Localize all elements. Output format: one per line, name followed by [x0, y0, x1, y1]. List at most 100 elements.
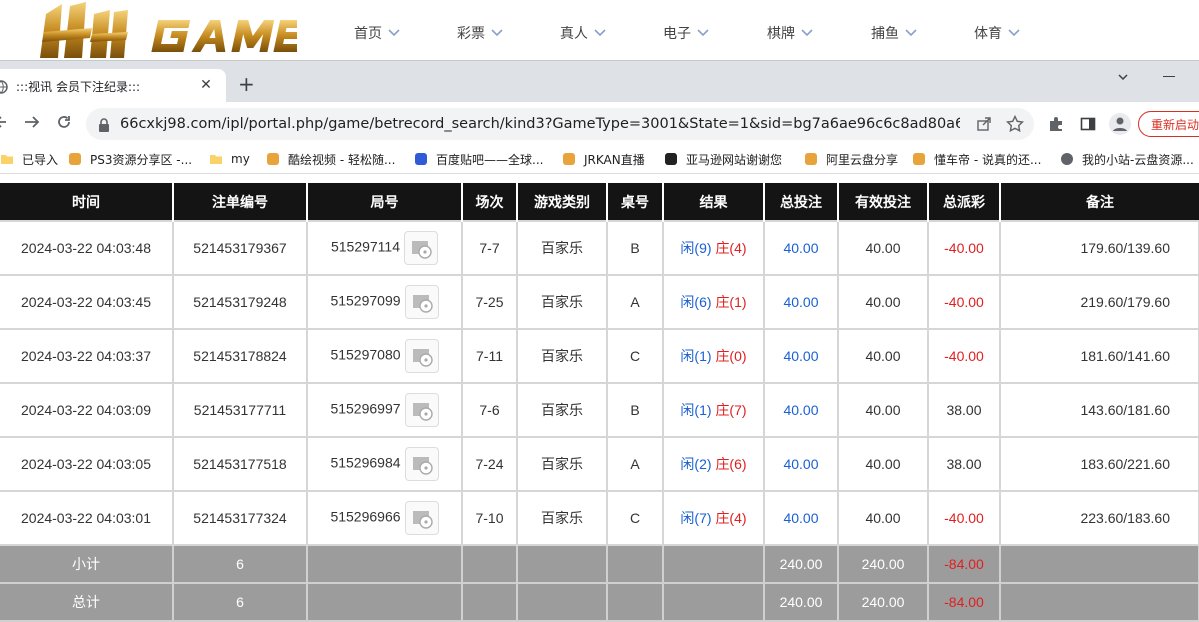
total-row: 总计 6 240.00 240.00 -84.00	[0, 582, 1199, 622]
profile-avatar-icon[interactable]	[1109, 113, 1131, 135]
cell-order-id: 521453177324	[172, 490, 308, 546]
bookmark-item[interactable]: 百度贴吧——全球...	[414, 150, 543, 168]
cell-round: 515297099	[306, 274, 463, 330]
bookmark-item[interactable]: my	[209, 150, 250, 168]
tab-title: :::视讯 会员下注纪录:::	[16, 80, 141, 94]
chevron-down-icon	[801, 29, 813, 37]
site-logo[interactable]	[32, 2, 307, 60]
chevron-down-icon	[491, 29, 503, 37]
cell-total-bet: 40.00	[763, 382, 839, 438]
result-banker: 庄(6)	[715, 456, 747, 472]
bookmark-item[interactable]: 酷绘视频 - 轻松随...	[266, 150, 395, 168]
column-header[interactable]: 场次	[461, 183, 517, 221]
summary-valid-bet: 240.00	[837, 582, 929, 622]
column-header[interactable]: 游戏类别	[516, 183, 607, 221]
result-player: 闲(1)	[680, 348, 712, 364]
close-icon[interactable]: ✕	[198, 77, 214, 93]
nav-item-1[interactable]: 彩票	[457, 0, 503, 66]
puzzle-extension-icon[interactable]	[1048, 116, 1064, 136]
summary-total-bet: 240.00	[763, 582, 839, 622]
bookmark-label: my	[231, 152, 250, 166]
bookmark-item[interactable]: 我的小站-云盘资源...	[1060, 150, 1194, 168]
cell-total-bet: 40.00	[763, 274, 839, 330]
side-panel-icon[interactable]	[1080, 116, 1096, 136]
restart-button[interactable]: 重新启动	[1138, 111, 1199, 137]
site-icon	[266, 152, 280, 166]
back-arrow-icon[interactable]	[0, 114, 10, 134]
video-replay-icon[interactable]	[404, 231, 439, 265]
column-header[interactable]: 局号	[306, 183, 462, 221]
round-number: 515296984	[330, 454, 401, 471]
table-row: 2024-03-22 04:03:45 521453179248 515297099…	[0, 274, 1199, 330]
round-number: 515296997	[330, 400, 401, 417]
column-header[interactable]: 总投注	[763, 183, 838, 221]
cell-table-no: A	[606, 274, 664, 330]
bookmark-item[interactable]: 亚马逊网站谢谢您	[664, 150, 782, 168]
column-header[interactable]: 注单编号	[172, 183, 307, 221]
share-icon[interactable]	[976, 116, 992, 136]
video-replay-icon[interactable]	[404, 285, 439, 319]
result-banker: 庄(1)	[715, 294, 747, 310]
new-tab-plus-icon[interactable]: +	[238, 74, 255, 94]
bookmark-label: 懂车帝 - 说真的还...	[934, 152, 1042, 167]
table-row: 2024-03-22 04:03:09 521453177711 515296997…	[0, 382, 1199, 438]
cell-payout: -40.00	[927, 490, 1001, 546]
chevron-down-icon[interactable]	[1116, 69, 1130, 88]
bookmarks-bar: 已导入 PS3资源分享区 -... my 酷绘视频 - 轻松随... 百度贴吧——全球.…	[0, 144, 1199, 174]
bet-record-table-wrap: 时间 注单编号 局号 场次 游戏类别 桌号 结果 总投注 有效投注 总派彩 备注 2024-03-2…	[0, 183, 1199, 622]
browser-toolbar: 66cxkj98.com/ipl/portal.php/game/betreco…	[0, 102, 1199, 144]
cell-game-type: 百家乐	[516, 436, 608, 492]
amazon-icon	[664, 152, 678, 166]
url-text[interactable]: 66cxkj98.com/ipl/portal.php/game/betreco…	[120, 116, 960, 132]
column-header[interactable]: 备注	[999, 183, 1199, 221]
nav-item-0[interactable]: 首页	[354, 0, 400, 66]
summary-count: 6	[172, 544, 308, 584]
column-header[interactable]: 桌号	[606, 183, 663, 221]
column-header[interactable]: 总派彩	[927, 183, 1000, 221]
chevron-down-icon	[388, 29, 400, 37]
address-bar[interactable]: 66cxkj98.com/ipl/portal.php/game/betreco…	[86, 108, 1034, 140]
cell-result: 闲(9) 庄(4)	[662, 220, 765, 276]
bookmark-item[interactable]: 阿里云盘分享	[804, 150, 898, 168]
nav-item-6[interactable]: 体育	[974, 0, 1020, 66]
cell-round: 515296966	[306, 490, 463, 546]
bookmark-item[interactable]: 懂车帝 - 说真的还...	[912, 150, 1041, 168]
star-icon[interactable]	[1005, 114, 1025, 137]
bookmark-item[interactable]: 已导入	[0, 150, 58, 168]
video-replay-icon[interactable]	[404, 339, 439, 373]
result-player: 闲(1)	[680, 402, 712, 418]
forward-arrow-icon[interactable]	[24, 114, 40, 134]
summary-empty	[516, 582, 608, 622]
table-row: 2024-03-22 04:03:05 521453177518 515296984…	[0, 436, 1199, 492]
cell-session: 7-25	[461, 274, 518, 330]
bookmark-item[interactable]: PS3资源分享区 -...	[68, 150, 192, 168]
table-row: 2024-03-22 04:03:48 521453179367 515297114…	[0, 220, 1199, 276]
nav-item-3[interactable]: 电子	[663, 0, 709, 66]
round-number: 515297114	[330, 238, 401, 255]
video-replay-icon[interactable]	[404, 447, 439, 481]
cell-table-no: C	[606, 328, 664, 384]
cell-time: 2024-03-22 04:03:09	[0, 382, 174, 438]
nav-item-4[interactable]: 棋牌	[767, 0, 813, 66]
video-replay-icon[interactable]	[404, 393, 439, 427]
chevron-down-icon	[905, 29, 917, 37]
summary-payout: -84.00	[927, 544, 1001, 584]
summary-empty	[662, 582, 765, 622]
bet-record-table: 时间 注单编号 局号 场次 游戏类别 桌号 结果 总投注 有效投注 总派彩 备注 2024-03-2…	[0, 183, 1199, 622]
nav-item-5[interactable]: 捕鱼	[871, 0, 917, 66]
reload-icon[interactable]	[56, 114, 72, 134]
bookmark-label: 已导入	[22, 152, 59, 167]
bookmark-item[interactable]: JRKAN直播	[562, 150, 645, 168]
column-header[interactable]: 有效投注	[837, 183, 928, 221]
nav-item-2[interactable]: 真人	[560, 0, 606, 66]
video-replay-icon[interactable]	[404, 501, 439, 535]
browser-tab[interactable]: :::视讯 会员下注纪录::: ✕	[0, 69, 226, 103]
summary-empty	[306, 544, 463, 584]
column-header[interactable]: 时间	[0, 183, 173, 221]
cell-order-id: 521453178824	[172, 328, 308, 384]
cell-memo: 219.60/179.60	[999, 274, 1199, 330]
minimize-icon[interactable]	[1163, 76, 1175, 77]
result-banker: 庄(0)	[715, 348, 747, 364]
lock-icon[interactable]	[98, 117, 110, 136]
column-header[interactable]: 结果	[662, 183, 764, 221]
